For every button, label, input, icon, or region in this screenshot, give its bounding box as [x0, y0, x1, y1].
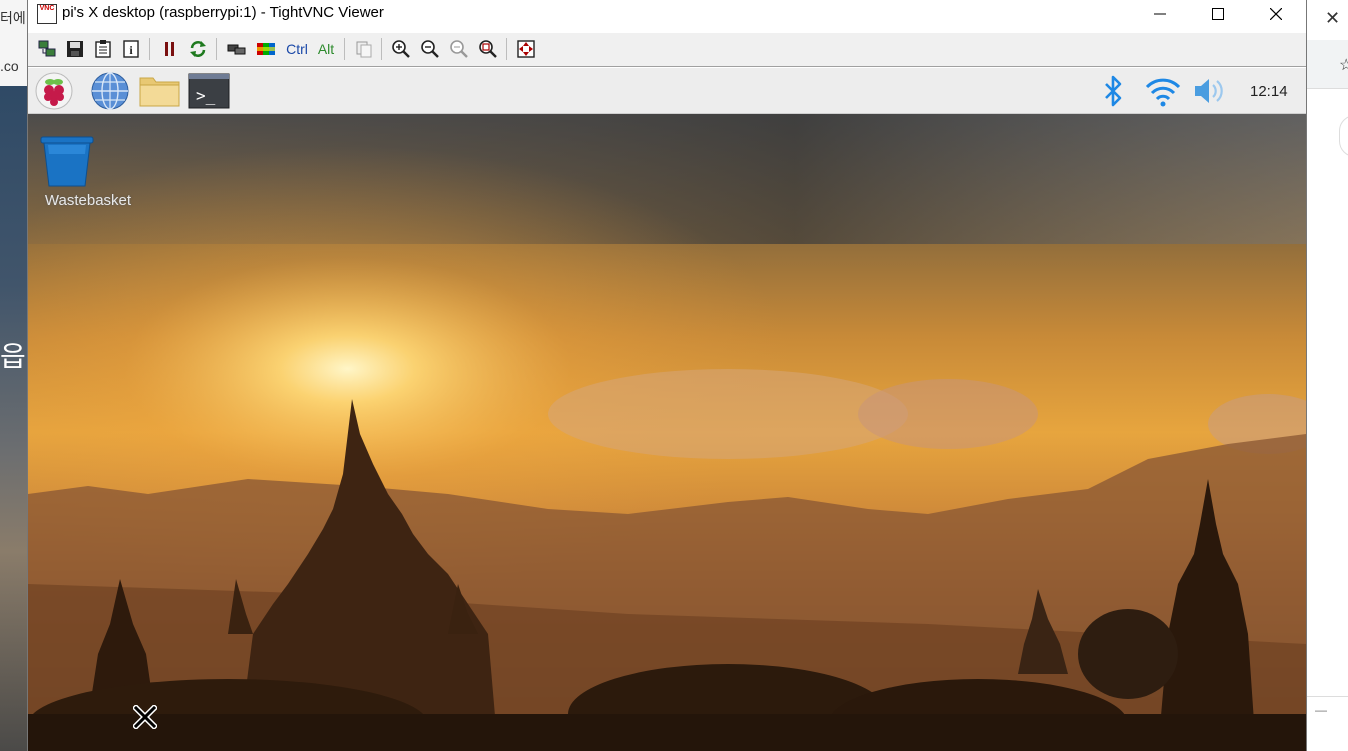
zoom-auto-button[interactable] [476, 37, 500, 61]
minimize-button[interactable] [1131, 0, 1189, 28]
background-window-left: 터에 .co 읍 [0, 0, 28, 751]
background-window-right: ✕ ☆ — [1307, 0, 1348, 751]
connection-info-icon: i [123, 40, 139, 58]
tightvnc-app-icon[interactable]: VNC [37, 4, 57, 24]
maximize-icon [1212, 8, 1224, 20]
transfer-clipboard-button[interactable] [352, 37, 376, 61]
menu-button[interactable] [34, 72, 74, 110]
zoom-100-button[interactable] [447, 37, 471, 61]
background-dash: — [1315, 703, 1327, 717]
web-browser-launcher[interactable] [90, 72, 130, 110]
toolbar-separator [381, 38, 382, 60]
zoom-in-icon [392, 40, 410, 58]
desktop-wallpaper[interactable]: Wastebasket [28, 114, 1306, 751]
zoom-in-button[interactable] [389, 37, 413, 61]
window-title: pi's X desktop (raspberrypi:1) - TightVN… [62, 4, 384, 21]
remote-desktop-view[interactable]: >_ 12:14 Wastebasket [28, 68, 1306, 751]
new-connection-icon [38, 40, 56, 57]
file-manager-icon [139, 77, 180, 107]
sunset-temples-wallpaper [28, 114, 1306, 751]
fullscreen-icon [517, 40, 535, 58]
ctrl-esc-button[interactable] [254, 37, 278, 61]
background-text: 터에 [0, 11, 26, 27]
volume-icon [1195, 79, 1223, 103]
app-icon-text: VNC [39, 5, 55, 12]
title-bar[interactable]: VNC pi's X desktop (raspberrypi:1) - Tig… [28, 0, 1306, 32]
refresh-button[interactable] [186, 37, 210, 61]
terminal-launcher[interactable]: >_ [188, 72, 230, 110]
raspberry-menu-icon [35, 72, 73, 110]
close-button[interactable] [1247, 0, 1305, 28]
close-icon [1270, 8, 1282, 20]
bluetooth-button[interactable] [1096, 72, 1130, 110]
save-icon [67, 41, 83, 57]
zoom-out-button[interactable] [418, 37, 442, 61]
vnc-viewer-window: VNC pi's X desktop (raspberrypi:1) - Tig… [27, 0, 1307, 751]
new-connection-button[interactable] [35, 37, 59, 61]
fullscreen-button[interactable] [514, 37, 538, 61]
ctrl-esc-icon [257, 43, 275, 55]
wifi-button[interactable] [1144, 72, 1182, 110]
terminal-prompt: >_ [196, 86, 216, 105]
background-url-text: .co [0, 58, 19, 74]
ctrl-label: Ctrl [286, 41, 308, 57]
background-glyph: 읍 [0, 340, 26, 373]
save-button[interactable] [63, 37, 87, 61]
divider [1307, 696, 1348, 697]
connection-info-button[interactable]: i [119, 37, 143, 61]
maximize-button[interactable] [1189, 0, 1247, 28]
background-image [0, 86, 28, 751]
wastebasket-label: Wastebasket [44, 192, 132, 209]
clock[interactable]: 12:14 [1250, 83, 1288, 100]
alt-toggle-button[interactable]: Alt [313, 37, 339, 61]
refresh-icon [190, 41, 206, 57]
toolbar-separator [149, 38, 150, 60]
toolbar: i Ctrl Alt [28, 33, 1306, 67]
wastebasket-icon [40, 136, 94, 187]
x-cursor-icon [133, 705, 157, 729]
raspberry-pi-taskbar: >_ 12:14 [28, 68, 1306, 114]
bookmark-star-icon[interactable]: ☆ [1339, 55, 1348, 75]
ctrl-alt-del-icon [227, 44, 246, 55]
transfer-clipboard-icon [356, 41, 372, 58]
pause-icon [165, 42, 174, 56]
background-close-icon[interactable]: ✕ [1325, 8, 1340, 29]
wifi-icon [1145, 78, 1181, 107]
web-browser-icon [91, 72, 129, 110]
volume-button[interactable] [1191, 72, 1229, 110]
terminal-icon: >_ [188, 73, 230, 109]
ctrl-alt-del-button[interactable] [225, 37, 249, 61]
wastebasket-desktop-icon[interactable]: Wastebasket [38, 134, 138, 209]
bluetooth-icon [1105, 75, 1122, 107]
zoom-out-icon [421, 40, 439, 58]
alt-label: Alt [317, 41, 335, 57]
zoom-auto-icon [479, 40, 497, 58]
toolbar-separator [216, 38, 217, 60]
file-manager-launcher[interactable] [139, 72, 180, 110]
options-icon [95, 40, 111, 58]
minimize-icon [1154, 13, 1166, 15]
background-button[interactable] [1339, 115, 1348, 157]
pause-button[interactable] [158, 37, 182, 61]
zoom-100-icon [450, 40, 468, 58]
toolbar-separator [506, 38, 507, 60]
ctrl-toggle-button[interactable]: Ctrl [283, 37, 311, 61]
options-button[interactable] [91, 37, 115, 61]
toolbar-separator [344, 38, 345, 60]
